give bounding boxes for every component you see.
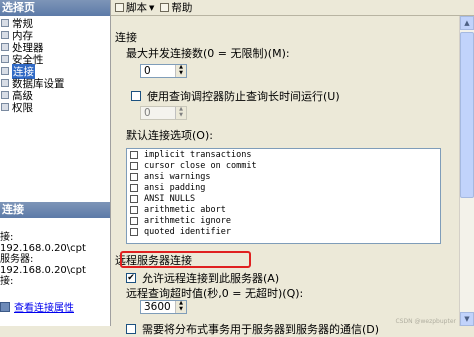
view-connection-properties-link[interactable]: 查看连接属性: [14, 299, 74, 314]
default-option-item[interactable]: arithmetic abort: [127, 204, 440, 215]
view-connection-properties[interactable]: 查看连接属性: [0, 299, 74, 314]
scroll-thumb[interactable]: [460, 32, 474, 198]
allow-remote-checkbox[interactable]: ✔ 允许远程连接到此服务器(A): [126, 270, 279, 286]
toolbar: 脚本 ▼ 帮助: [111, 0, 474, 16]
remote-timeout-value: 3600: [144, 301, 171, 313]
spin-down-icon[interactable]: ▼: [176, 307, 186, 313]
spin-down-icon[interactable]: ▼: [176, 113, 186, 119]
remote-timeout-label: 远程查询超时值(秒,0 = 无超时)(Q):: [126, 287, 304, 300]
max-connections-value: 0: [144, 65, 151, 77]
page-list: 常规 内存 处理器 安全性 连接 数据库设置 高级 权限: [0, 17, 110, 114]
default-option-checkbox[interactable]: [130, 161, 138, 170]
query-governor-value: 0: [144, 107, 151, 119]
connection-info: 接: 192.168.0.20\cpt 服务器: 192.168.0.20\cpt 接:: [0, 232, 110, 287]
default-option-checkbox[interactable]: [130, 194, 138, 203]
help-button[interactable]: 帮助: [160, 0, 192, 15]
default-option-checkbox[interactable]: [130, 150, 138, 159]
left-pane: 选择页 常规 内存 处理器 安全性 连接 数据库设置 高级 权限 连接 接: 192.168.0…: [0, 0, 111, 326]
default-option-item[interactable]: ANSI NULLS: [127, 193, 440, 204]
page-item-7[interactable]: 权限: [0, 101, 110, 114]
page-icon: [1, 79, 9, 87]
connection-info-line: 192.168.0.20\cpt: [0, 265, 86, 276]
chevron-down-icon[interactable]: ▼: [149, 4, 154, 12]
remote-timeout-spin[interactable]: ▲ ▼: [175, 301, 186, 313]
connection-settings-panel: 连接 最大并发连接数(0 = 无限制)(M): 0 ▲ ▼ 使用查询调控器防止查询…: [111, 16, 459, 336]
max-connections-stepper[interactable]: 0 ▲ ▼: [140, 64, 187, 78]
page-icon: [1, 91, 9, 99]
query-governor-box[interactable]: [131, 91, 141, 101]
default-option-label: ansi warnings: [144, 171, 211, 182]
default-option-label: arithmetic ignore: [144, 215, 231, 226]
default-options-list[interactable]: implicit transactions cursor close on com…: [126, 148, 441, 244]
default-options-label: 默认连接选项(O):: [126, 129, 213, 142]
connection-info-line: 接:: [0, 276, 14, 287]
default-option-label: cursor close on commit: [144, 160, 257, 171]
default-option-item[interactable]: ansi warnings: [127, 171, 440, 182]
max-connections-label: 最大并发连接数(0 = 无限制)(M):: [126, 47, 290, 60]
page-icon: [1, 67, 9, 75]
page-icon: [1, 103, 9, 111]
default-option-label: ansi padding: [144, 182, 206, 193]
max-connections-spin[interactable]: ▲ ▼: [175, 65, 186, 77]
default-option-checkbox[interactable]: [130, 227, 138, 236]
script-label: 脚本: [126, 2, 147, 14]
page-item-label: 权限: [12, 101, 33, 114]
default-option-label: quoted identifier: [144, 226, 231, 237]
default-option-checkbox[interactable]: [130, 172, 138, 181]
highlight-annotation: [120, 251, 251, 268]
page-icon: [1, 19, 9, 27]
query-governor-checkbox[interactable]: 使用查询调控器防止查询长时间运行(U): [131, 88, 340, 104]
scroll-down-icon[interactable]: ▼: [460, 312, 474, 326]
remote-timeout-stepper[interactable]: 3600 ▲ ▼: [140, 300, 187, 314]
default-option-item[interactable]: arithmetic ignore: [127, 215, 440, 226]
default-option-item[interactable]: cursor close on commit: [127, 160, 440, 171]
properties-icon: [0, 301, 10, 312]
default-option-checkbox[interactable]: [130, 205, 138, 214]
spin-down-icon[interactable]: ▼: [176, 71, 186, 77]
default-option-label: implicit transactions: [144, 149, 252, 160]
allow-remote-label: 允许远程连接到此服务器(A): [142, 272, 280, 285]
default-option-item[interactable]: quoted identifier: [127, 226, 440, 237]
distributed-tx-label: 需要将分布式事务用于服务器到服务器的通信(D): [142, 323, 380, 336]
select-page-header: 选择页: [0, 0, 110, 16]
script-icon: [115, 3, 124, 12]
help-label: 帮助: [171, 2, 193, 14]
watermark: CSDN @wezpbupter: [395, 318, 456, 325]
connection-info-line: 接:: [0, 232, 14, 243]
distributed-tx-checkbox[interactable]: 需要将分布式事务用于服务器到服务器的通信(D): [126, 321, 379, 337]
query-governor-stepper[interactable]: 0 ▲ ▼: [140, 106, 187, 120]
default-option-label: ANSI NULLS: [144, 193, 196, 204]
help-icon: [160, 3, 170, 12]
script-button[interactable]: 脚本 ▼: [115, 0, 154, 15]
query-governor-spin[interactable]: ▲ ▼: [175, 107, 186, 119]
connection-info-line: 服务器:: [0, 254, 34, 265]
scroll-up-icon[interactable]: ▲: [460, 16, 474, 30]
default-option-checkbox[interactable]: [130, 216, 138, 225]
default-option-label: arithmetic abort: [144, 204, 226, 215]
default-option-item[interactable]: implicit transactions: [127, 149, 440, 160]
page-icon: [1, 31, 9, 39]
connection-info-line: 192.168.0.20\cpt: [0, 243, 86, 254]
default-option-item[interactable]: ansi padding: [127, 182, 440, 193]
allow-remote-box[interactable]: ✔: [126, 273, 136, 283]
connections-section-title: 连接: [115, 31, 137, 44]
query-governor-label: 使用查询调控器防止查询长时间运行(U): [147, 90, 340, 103]
default-option-checkbox[interactable]: [130, 183, 138, 192]
page-icon: [1, 55, 9, 63]
vertical-scrollbar[interactable]: ▲ ▼: [459, 16, 474, 326]
connection-header: 连接: [0, 202, 110, 218]
page-icon: [1, 43, 9, 51]
